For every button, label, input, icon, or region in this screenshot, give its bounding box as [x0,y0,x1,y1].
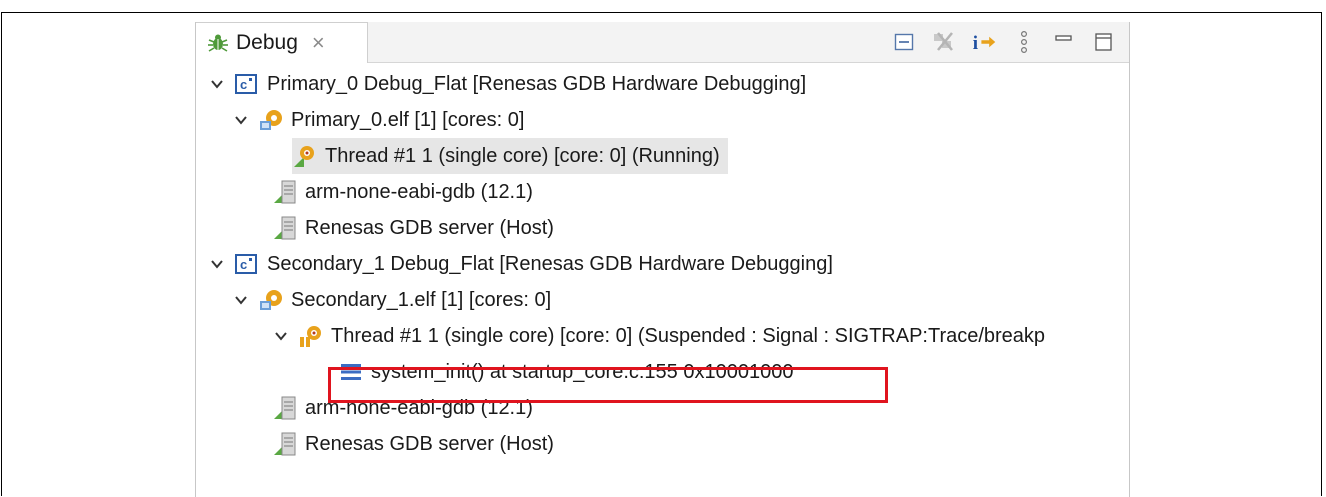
tree-item-label: Primary_0 Debug_Flat [Renesas GDB Hardwa… [267,72,807,95]
tree-item-secondary-launch[interactable]: c Secondary_1 Debug_Flat [Renesas GDB Ha… [208,246,833,282]
tree-item-secondary-elf[interactable]: Secondary_1.elf [1] [cores: 0] [232,282,551,318]
collapse-all-icon[interactable] [891,28,917,56]
chevron-down-icon[interactable] [232,291,250,309]
svg-text:i: i [973,33,979,54]
tab-debug[interactable]: Debug × [196,22,368,63]
tab-label: Debug [236,31,298,54]
server-process-icon [272,215,298,241]
process-icon [258,287,284,313]
debug-view: Debug × i c Primary_0 Debug_Flat [Renesa… [195,22,1130,497]
c-launch-icon: c [234,71,260,97]
tree-item-label: Secondary_1 Debug_Flat [Renesas GDB Hard… [267,252,833,275]
chevron-down-icon[interactable] [208,255,226,273]
svg-text:c: c [240,77,247,92]
gdb-process-icon [272,179,298,205]
tree-item-label: Thread #1 1 (single core) [core: 0] (Sus… [331,324,1046,347]
c-launch-icon: c [234,251,260,277]
tree-item-label: Renesas GDB server (Host) [305,432,554,455]
debug-bug-icon [206,31,230,55]
tree-item-label: arm-none-eabi-gdb (12.1) [305,180,533,203]
tree-item-primary-elf[interactable]: Primary_0.elf [1] [cores: 0] [232,102,524,138]
chevron-down-icon[interactable] [272,327,290,345]
tree-item-primary-thread[interactable]: Thread #1 1 (single core) [core: 0] (Run… [292,138,728,174]
close-icon[interactable]: × [312,32,325,54]
thread-suspended-icon [298,323,324,349]
tree-item-label: Thread #1 1 (single core) [core: 0] (Run… [325,144,720,167]
gdb-process-icon [272,395,298,421]
server-process-icon [272,431,298,457]
tree-item-label: Secondary_1.elf [1] [cores: 0] [291,288,552,311]
chevron-down-icon[interactable] [208,75,226,93]
chevron-down-icon[interactable] [232,111,250,129]
tree-item-secondary-thread[interactable]: Thread #1 1 (single core) [core: 0] (Sus… [272,318,1045,354]
view-toolbar: i [891,26,1117,58]
tree-item-primary-gdb[interactable]: arm-none-eabi-gdb (12.1) [272,174,533,210]
tree-item-label: Renesas GDB server (Host) [305,216,554,239]
tree-item-primary-server[interactable]: Renesas GDB server (Host) [272,210,554,246]
step-into-instruction-icon[interactable]: i [971,28,997,56]
view-menu-icon[interactable] [1011,28,1037,56]
minimize-icon[interactable] [1051,28,1077,56]
tree-item-secondary-server[interactable]: Renesas GDB server (Host) [272,426,554,462]
maximize-icon[interactable] [1091,28,1117,56]
svg-text:c: c [240,257,247,272]
view-tabbar: Debug × i [196,22,1129,63]
highlight-box [328,367,888,403]
tree-item-primary-launch[interactable]: c Primary_0 Debug_Flat [Renesas GDB Hard… [208,66,806,102]
process-icon [258,107,284,133]
thread-running-icon [292,143,318,169]
tree-item-label: Primary_0.elf [1] [cores: 0] [291,108,525,131]
remove-terminated-icon[interactable] [931,28,957,56]
